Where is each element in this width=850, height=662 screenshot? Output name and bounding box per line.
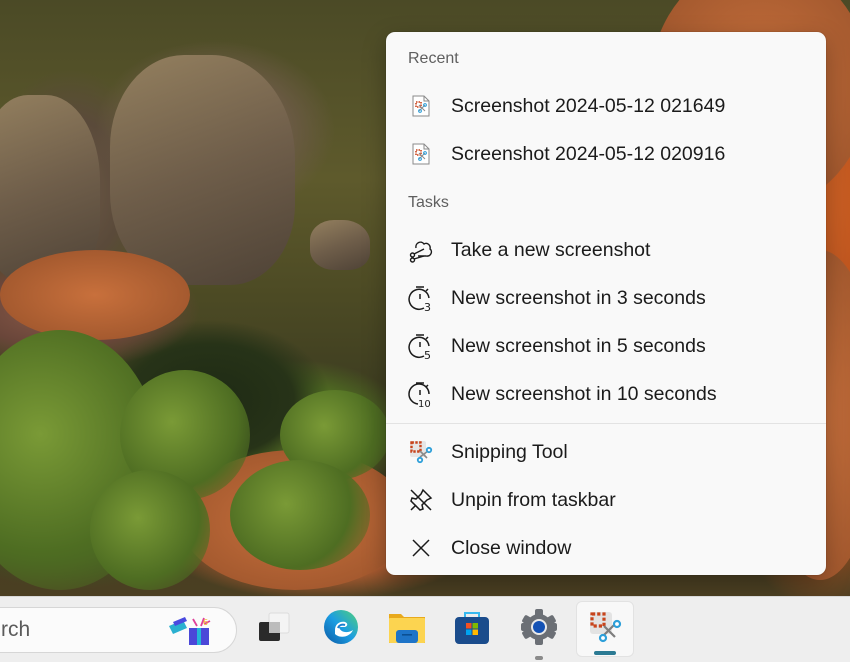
search-highlight-gift-icon[interactable]: 6 (167, 616, 215, 646)
svg-text:3: 3 (424, 301, 431, 312)
menu-divider (386, 423, 826, 424)
task-label: Take a new screenshot (451, 238, 651, 261)
recent-item[interactable]: Screenshot 2024-05-12 020916 (390, 132, 822, 176)
taskbar-settings[interactable] (510, 601, 568, 660)
task-screenshot-5-seconds[interactable]: 5 New screenshot in 5 seconds (390, 324, 822, 368)
file-explorer-icon (388, 610, 426, 649)
taskbar-search-box[interactable]: rch 6 (0, 607, 237, 653)
taskbar-file-explorer[interactable] (378, 601, 436, 657)
wallpaper-bush (230, 460, 370, 570)
taskbar-edge[interactable] (312, 601, 370, 657)
task-screenshot-3-seconds[interactable]: 3 New screenshot in 3 seconds (390, 276, 822, 320)
edge-icon (322, 608, 360, 651)
taskbar-task-view[interactable] (245, 601, 303, 657)
close-window[interactable]: Close window (390, 526, 822, 570)
taskbar-snipping-tool[interactable] (576, 601, 634, 657)
taskbar: rch 6 (0, 596, 850, 662)
running-indicator (535, 656, 543, 660)
close-icon (407, 534, 435, 562)
wallpaper-dirt (0, 250, 190, 340)
unpin-icon (407, 486, 435, 514)
image-file-icon (407, 140, 435, 168)
recent-item-label: Screenshot 2024-05-12 021649 (451, 94, 726, 117)
task-view-icon (256, 610, 292, 649)
timer-3-icon: 3 (407, 284, 435, 312)
search-placeholder: rch (1, 618, 31, 641)
svg-text:5: 5 (424, 349, 431, 360)
snip-shape-icon (407, 236, 435, 264)
svg-text:6: 6 (203, 618, 208, 627)
active-indicator (594, 651, 616, 655)
task-label: New screenshot in 10 seconds (451, 382, 717, 405)
recent-section-label: Recent (408, 50, 459, 67)
settings-icon (520, 608, 558, 651)
svg-text:10: 10 (418, 399, 431, 408)
app-action-label: Snipping Tool (451, 440, 568, 463)
tasks-section-label: Tasks (408, 194, 449, 211)
timer-10-icon: 10 (407, 380, 435, 408)
wallpaper-rock (310, 220, 370, 270)
app-action-label: Unpin from taskbar (451, 488, 616, 511)
image-file-icon (407, 92, 435, 120)
snipping-tool-icon (407, 438, 435, 466)
unpin-from-taskbar[interactable]: Unpin from taskbar (390, 478, 822, 522)
timer-5-icon: 5 (407, 332, 435, 360)
taskbar-store[interactable] (443, 601, 501, 657)
task-take-new-screenshot[interactable]: Take a new screenshot (390, 228, 822, 272)
app-action-label: Close window (451, 536, 572, 559)
wallpaper-bush (90, 470, 210, 590)
task-label: New screenshot in 3 seconds (451, 286, 706, 309)
snipping-tool-jump-list: Recent Screenshot 2024-05-12 021649 Scre… (386, 32, 826, 575)
task-label: New screenshot in 5 seconds (451, 334, 706, 357)
wallpaper-rock (110, 55, 295, 285)
recent-item[interactable]: Screenshot 2024-05-12 021649 (390, 84, 822, 128)
recent-item-label: Screenshot 2024-05-12 020916 (451, 142, 726, 165)
open-snipping-tool[interactable]: Snipping Tool (390, 430, 822, 474)
snipping-tool-icon (586, 608, 624, 651)
task-screenshot-10-seconds[interactable]: 10 New screenshot in 10 seconds (390, 372, 822, 416)
store-icon (454, 609, 490, 650)
